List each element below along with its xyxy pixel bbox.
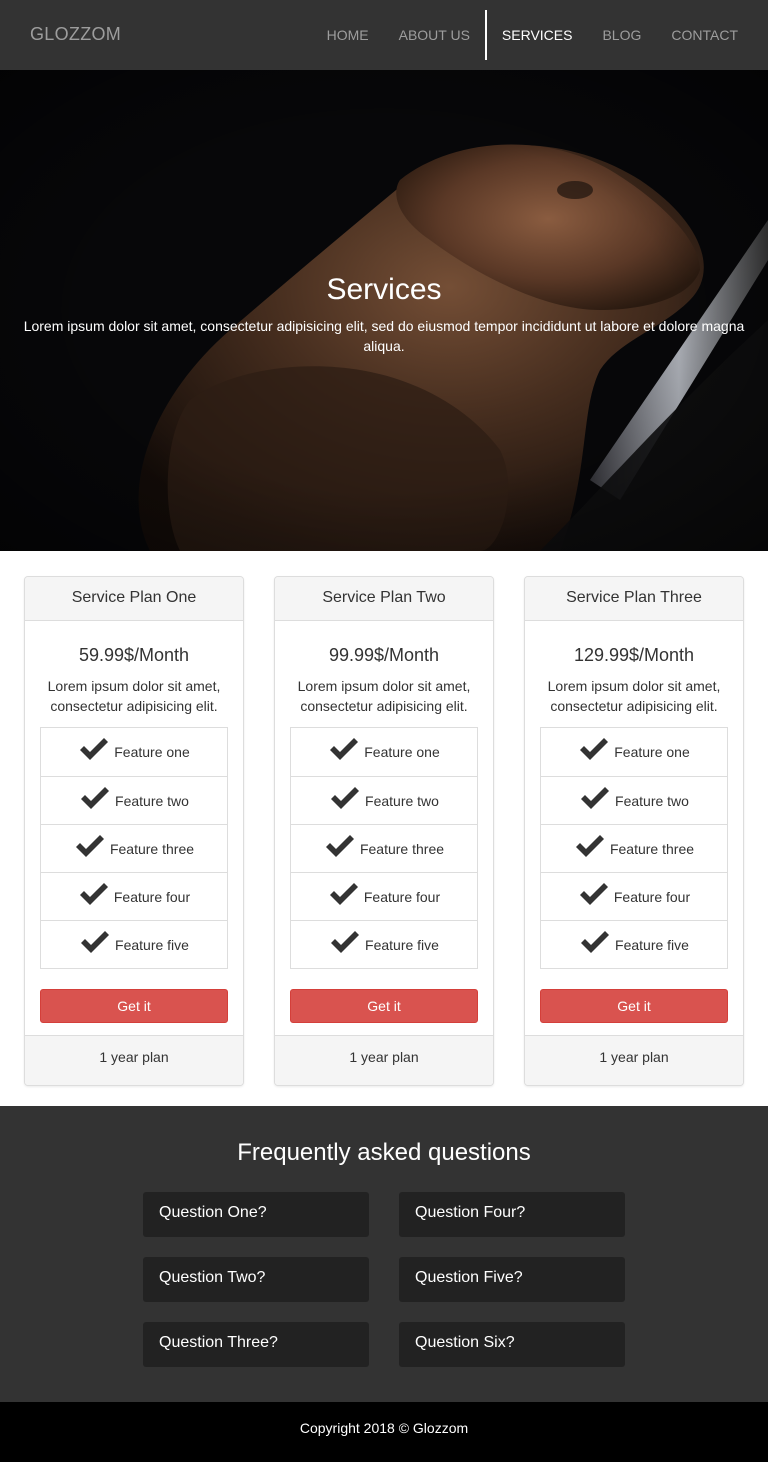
hero-description: Lorem ipsum dolor sit amet, consectetur … xyxy=(23,318,745,354)
feature-item: Feature one xyxy=(41,728,227,776)
feature-label: Feature one xyxy=(614,744,690,760)
check-icon xyxy=(325,834,354,857)
feature-label: Feature three xyxy=(359,840,445,857)
check-icon xyxy=(81,786,110,809)
faq-question-three[interactable]: Question Three? xyxy=(143,1322,369,1367)
check-icon xyxy=(330,738,359,760)
check-icon xyxy=(79,882,108,905)
feature-item: Feature three xyxy=(41,824,227,872)
faq-title: Frequently asked questions xyxy=(237,1139,531,1166)
plan-description: Lorem ipsum dolor sit amet, consectetur … xyxy=(297,678,471,714)
service-plans: Service Plan One 59.99$/Month Lorem ipsu… xyxy=(24,576,744,1086)
check-icon xyxy=(581,930,610,953)
feature-label: Feature two xyxy=(615,792,689,809)
copyright-text: Copyright 2018 © Glozzom xyxy=(299,1420,469,1436)
feature-item: Feature five xyxy=(541,920,727,968)
feature-label: Feature three xyxy=(609,840,695,857)
nav-item-blog[interactable]: BLOG xyxy=(587,0,656,70)
plan-footer: 1 year plan xyxy=(525,1035,743,1085)
plan-description: Lorem ipsum dolor sit amet, consectetur … xyxy=(547,678,721,714)
plan-price: 99.99$/Month xyxy=(328,645,440,665)
feature-label: Feature five xyxy=(115,936,189,953)
feature-item: Feature four xyxy=(291,872,477,920)
feature-list: Feature one Feature two Feature three Fe… xyxy=(290,727,478,969)
check-icon xyxy=(331,930,360,953)
feature-label: Feature four xyxy=(113,888,191,905)
feature-item: Feature four xyxy=(541,872,727,920)
feature-label: Feature five xyxy=(365,936,439,953)
brand-logo[interactable]: GLOZZOM xyxy=(30,24,121,45)
get-it-button[interactable]: Get it xyxy=(40,989,228,1023)
plan-title: Service Plan Two xyxy=(275,577,493,621)
get-it-button[interactable]: Get it xyxy=(540,989,728,1023)
feature-label: Feature five xyxy=(615,936,689,953)
plan-price: 59.99$/Month xyxy=(78,645,190,665)
nav-item-home[interactable]: HOME xyxy=(312,0,384,70)
feature-item: Feature four xyxy=(41,872,227,920)
get-it-button[interactable]: Get it xyxy=(290,989,478,1023)
faq-question-four[interactable]: Question Four? xyxy=(399,1192,625,1237)
page-footer: Copyright 2018 © Glozzom xyxy=(0,1402,768,1462)
feature-item: Feature two xyxy=(291,776,477,824)
feature-list: Feature one Feature two Feature three Fe… xyxy=(540,727,728,969)
check-icon xyxy=(81,930,110,953)
plan-title: Service Plan One xyxy=(25,577,243,621)
feature-label: Feature two xyxy=(365,792,439,809)
feature-list: Feature one Feature two Feature three Fe… xyxy=(40,727,228,969)
feature-item: Feature two xyxy=(41,776,227,824)
feature-label: Feature two xyxy=(115,792,189,809)
feature-item: Feature one xyxy=(541,728,727,776)
plan-card-one: Service Plan One 59.99$/Month Lorem ipsu… xyxy=(24,576,244,1086)
feature-item: Feature five xyxy=(41,920,227,968)
check-icon xyxy=(581,786,610,809)
check-icon xyxy=(75,834,104,857)
faq-question-two[interactable]: Question Two? xyxy=(143,1257,369,1302)
feature-label: Feature three xyxy=(109,840,195,857)
plan-description: Lorem ipsum dolor sit amet, consectetur … xyxy=(47,678,221,714)
feature-item: Feature two xyxy=(541,776,727,824)
nav-item-contact[interactable]: CONTACT xyxy=(656,0,753,70)
faq-section: Frequently asked questions Question One?… xyxy=(0,1106,768,1402)
feature-label: Feature four xyxy=(613,888,691,905)
hero-content: Services Lorem ipsum dolor sit amet, con… xyxy=(0,270,768,356)
faq-question-five[interactable]: Question Five? xyxy=(399,1257,625,1302)
nav-item-services[interactable]: SERVICES xyxy=(484,10,588,60)
plan-card-two: Service Plan Two 99.99$/Month Lorem ipsu… xyxy=(274,576,494,1086)
plan-price: 129.99$/Month xyxy=(573,645,695,665)
plan-footer: 1 year plan xyxy=(275,1035,493,1085)
feature-label: Feature four xyxy=(363,888,441,905)
navbar: GLOZZOM HOME ABOUT US SERVICES BLOG CONT… xyxy=(0,0,768,70)
nav-menu: HOME ABOUT US SERVICES BLOG CONTACT xyxy=(312,0,753,70)
check-icon xyxy=(80,738,109,760)
feature-item: Feature five xyxy=(291,920,477,968)
check-icon xyxy=(575,834,604,857)
check-icon xyxy=(331,786,360,809)
feature-label: Feature one xyxy=(114,744,190,760)
faq-question-six[interactable]: Question Six? xyxy=(399,1322,625,1367)
plan-card-three: Service Plan Three 129.99$/Month Lorem i… xyxy=(524,576,744,1086)
check-icon xyxy=(579,882,608,905)
feature-item: Feature three xyxy=(541,824,727,872)
feature-item: Feature three xyxy=(291,824,477,872)
hero-banner: Services Lorem ipsum dolor sit amet, con… xyxy=(0,70,768,551)
hero-title: Services xyxy=(326,273,442,306)
feature-item: Feature one xyxy=(291,728,477,776)
nav-item-about-us[interactable]: ABOUT US xyxy=(384,0,485,70)
check-icon xyxy=(329,882,358,905)
faq-question-one[interactable]: Question One? xyxy=(143,1192,369,1237)
plan-title: Service Plan Three xyxy=(525,577,743,621)
plan-footer: 1 year plan xyxy=(25,1035,243,1085)
check-icon xyxy=(580,738,609,760)
feature-label: Feature one xyxy=(364,744,440,760)
